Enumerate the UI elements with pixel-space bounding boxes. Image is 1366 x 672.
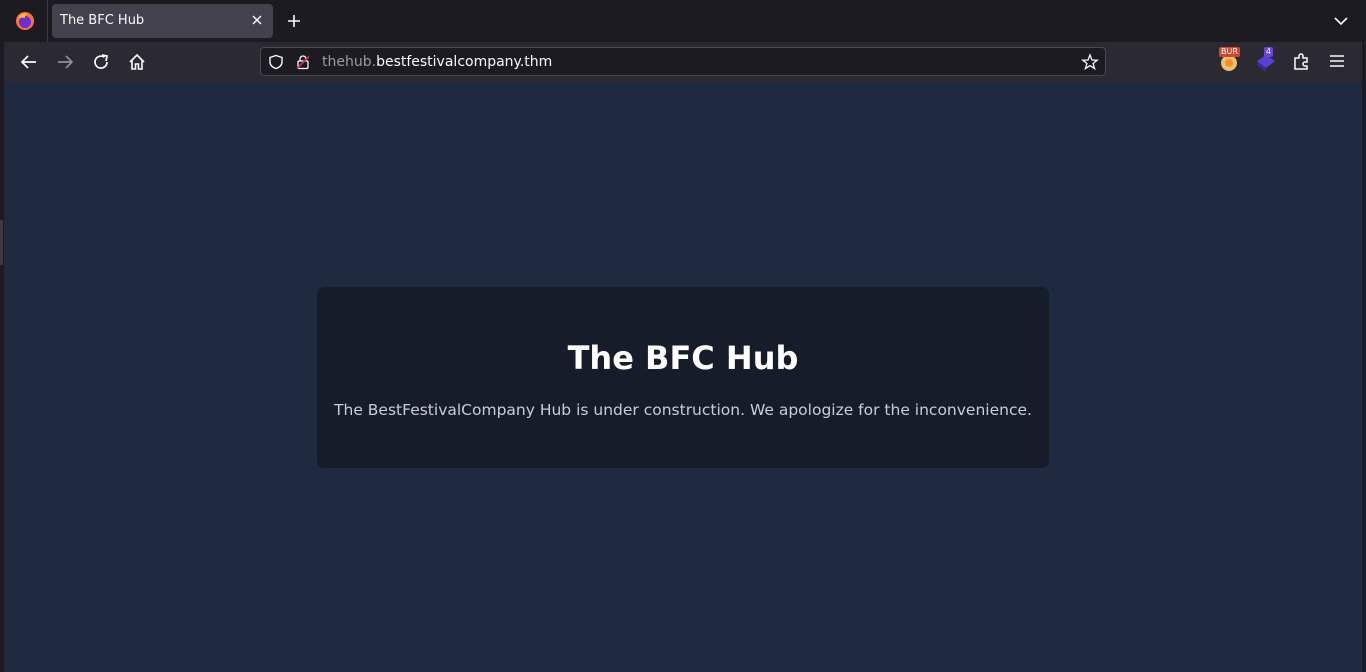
chevron-down-icon[interactable] xyxy=(1332,12,1350,30)
new-tab-plus-icon[interactable] xyxy=(284,11,304,31)
insecure-lock-icon[interactable] xyxy=(295,54,311,70)
burp-extension-icon[interactable]: BUR xyxy=(1217,47,1241,73)
tab-active[interactable]: The BFC Hub xyxy=(52,4,273,38)
back-arrow-icon[interactable] xyxy=(18,51,40,73)
url-prefix: thehub. xyxy=(322,54,377,70)
tracking-protection-shield-icon[interactable] xyxy=(268,54,284,70)
tab-separator xyxy=(47,0,48,42)
page-title: The BFC Hub xyxy=(567,339,799,377)
reload-icon[interactable] xyxy=(90,51,112,73)
url-text: thehub.bestfestivalcompany.thm xyxy=(322,54,552,70)
url-bar[interactable]: thehub.bestfestivalcompany.thm xyxy=(260,47,1106,76)
window-edge-handle xyxy=(0,220,3,265)
bookmark-star-icon[interactable] xyxy=(1081,53,1099,71)
hamburger-menu-icon[interactable] xyxy=(1325,49,1349,73)
extensions-puzzle-icon[interactable] xyxy=(1290,49,1314,73)
close-icon[interactable] xyxy=(249,12,265,28)
page-viewport: The BFC Hub The BestFestivalCompany Hub … xyxy=(4,82,1362,672)
foxyproxy-extension-icon[interactable]: 4 xyxy=(1254,47,1278,73)
navigation-toolbar: thehub.bestfestivalcompany.thm BUR 4 xyxy=(4,42,1362,82)
home-icon[interactable] xyxy=(126,51,148,73)
url-domain: bestfestivalcompany.thm xyxy=(376,54,553,70)
construction-message: The BestFestivalCompany Hub is under con… xyxy=(334,401,1032,419)
extension-badge: 4 xyxy=(1264,47,1274,57)
forward-arrow-icon[interactable] xyxy=(54,51,76,73)
tab-strip: The BFC Hub xyxy=(0,0,1366,42)
tab-title: The BFC Hub xyxy=(60,13,145,28)
notice-card: The BFC Hub The BestFestivalCompany Hub … xyxy=(317,287,1049,468)
extension-badge: BUR xyxy=(1219,47,1240,57)
firefox-logo-icon[interactable] xyxy=(14,10,36,32)
